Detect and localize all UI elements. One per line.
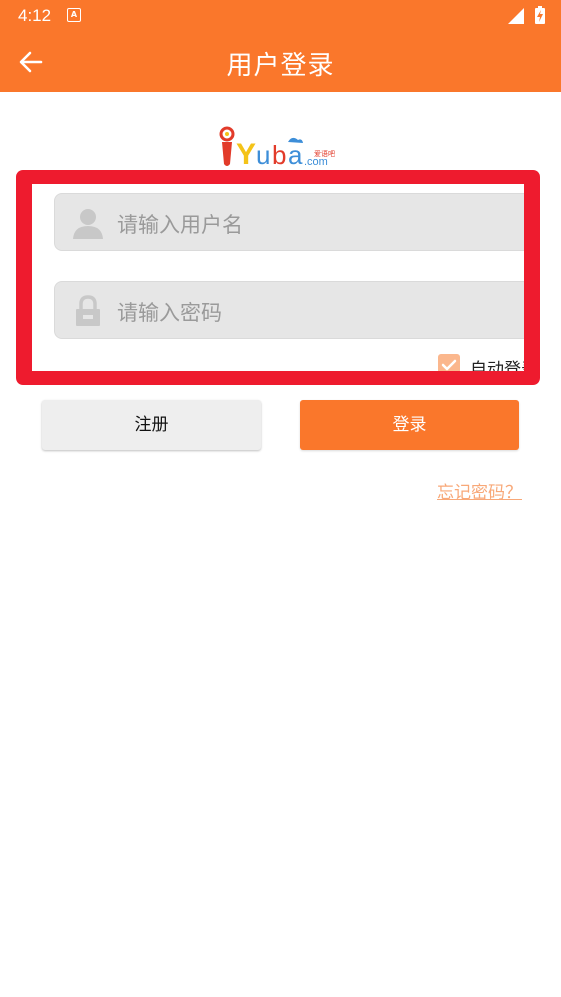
svg-text:.com: .com [304, 156, 328, 168]
svg-text:a: a [288, 140, 303, 170]
login-button[interactable]: 登录 [300, 400, 519, 450]
forgot-password-link[interactable]: 忘记密码？ [437, 478, 522, 503]
lock-icon [76, 295, 100, 326]
auto-login-checkbox[interactable] [438, 354, 460, 371]
iyuba-logo: Y u b a 爱语吧 .com [219, 126, 335, 170]
login-form-highlight: 请输入用户名 请输入密码 自动登录 [16, 170, 540, 385]
notification-icon: A [67, 8, 81, 22]
register-button[interactable]: 注册 [42, 400, 261, 450]
battery-charging-icon [535, 6, 545, 24]
svg-text:u: u [256, 140, 270, 170]
signal-icon [508, 8, 524, 24]
auto-login-label: 自动登录 [470, 360, 524, 371]
svg-text:Y: Y [236, 138, 256, 170]
status-time: 4:12 [18, 6, 52, 25]
svg-text:b: b [272, 140, 286, 170]
user-icon [73, 209, 103, 239]
status-bar: 4:12 A [0, 0, 561, 32]
password-field[interactable]: 请输入密码 [54, 281, 524, 339]
username-placeholder: 请输入用户名 [117, 213, 243, 237]
page-title: 用户登录 [226, 51, 335, 81]
username-field[interactable]: 请输入用户名 [54, 193, 524, 251]
app-bar: 用户登录 [0, 32, 561, 92]
login-form: 请输入用户名 请输入密码 自动登录 [32, 184, 524, 371]
password-placeholder: 请输入密码 [117, 301, 222, 325]
